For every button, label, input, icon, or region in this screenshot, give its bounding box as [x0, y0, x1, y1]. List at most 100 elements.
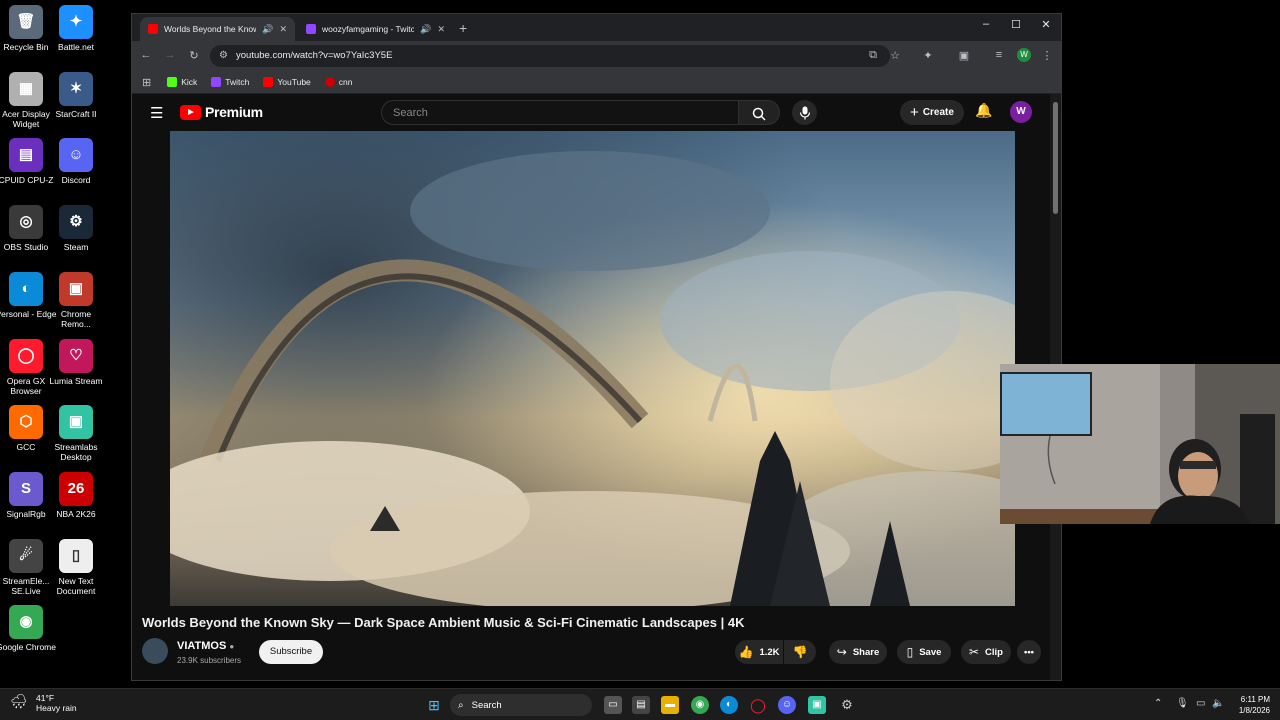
- youtube-icon: [263, 77, 274, 87]
- desktop-icon[interactable]: ✶ StarCraft II: [45, 71, 107, 119]
- create-button[interactable]: + Create: [900, 100, 964, 125]
- taskbar: 🌧 41°F Heavy rain ⊞ ⌕ Search ▭ ▤ ▬ ◉ ◐ ◯…: [0, 688, 1280, 720]
- search-button[interactable]: [738, 100, 780, 125]
- dislike-button[interactable]: 👎: [784, 640, 816, 664]
- voice-search-button[interactable]: [792, 100, 817, 125]
- desktop-icon[interactable]: ▯ New Text Document: [45, 538, 107, 596]
- desktop-icon[interactable]: ⚙ Steam: [45, 205, 107, 252]
- address-bar[interactable]: ⚙ youtube.com/watch?v=wo7YaIc3Y5E: [210, 45, 890, 67]
- bookmark-twitch[interactable]: Twitch: [211, 77, 249, 87]
- scrollbar-thumb[interactable]: [1053, 102, 1058, 214]
- settings-gear-icon[interactable]: ⚙: [838, 696, 856, 714]
- back-button[interactable]: ←: [138, 49, 154, 61]
- desktop-icon[interactable]: ▣ Chrome Remo...: [45, 271, 107, 329]
- signalrgb-icon: S: [9, 471, 43, 506]
- desktop-icon[interactable]: ◉ Google Chrome: [0, 605, 57, 652]
- tab-title: woozyfamgaming - Twitch: [322, 24, 415, 34]
- menu-hamburger-icon[interactable]: ☰: [150, 104, 163, 122]
- task-view-icon[interactable]: ▭: [604, 696, 622, 714]
- maximize-button[interactable]: ☐: [1006, 18, 1026, 31]
- youtube-logo[interactable]: Premium: [180, 104, 263, 120]
- recycle-bin-icon: 🗑: [9, 5, 43, 39]
- channel-avatar[interactable]: [142, 638, 168, 664]
- acer-icon: ▦: [9, 71, 43, 106]
- microphone-tray-icon[interactable]: 🎙: [1176, 698, 1189, 709]
- bookmark-cnn[interactable]: cnn: [324, 77, 353, 87]
- streamlabs-taskbar-icon[interactable]: ▣: [808, 696, 826, 714]
- weather-widget[interactable]: 🌧 41°F Heavy rain: [10, 693, 77, 713]
- widgets-icon[interactable]: ▤: [632, 696, 650, 714]
- youtube-page: ☰ Premium Search + Create 🔔 W Worlds Bey…: [132, 94, 1061, 680]
- starcraft-icon: ✶: [59, 71, 93, 106]
- opera-icon: ◯: [9, 338, 43, 373]
- close-window-button[interactable]: ✕: [1036, 18, 1056, 31]
- video-player[interactable]: [170, 131, 1015, 606]
- desktop-icon[interactable]: ☺ Discord: [45, 138, 107, 185]
- edge-taskbar-icon[interactable]: ◐: [720, 696, 738, 714]
- tray-overflow-icon[interactable]: ⌃: [1154, 698, 1162, 709]
- chrome-taskbar-icon[interactable]: ◉: [691, 696, 709, 714]
- account-avatar[interactable]: W: [1010, 101, 1032, 123]
- desktop-icon-label: Lumia Stream: [49, 375, 103, 386]
- speaker-icon[interactable]: 🔊: [420, 24, 431, 35]
- install-app-icon[interactable]: ⧉: [865, 49, 881, 62]
- plus-icon: +: [910, 104, 919, 121]
- bookmark-youtube[interactable]: YouTube: [263, 77, 311, 87]
- search-input[interactable]: Search: [381, 100, 739, 125]
- like-button[interactable]: 👍 1.2K: [735, 640, 783, 664]
- sidebar-icon[interactable]: ▣: [956, 49, 972, 62]
- channel-name[interactable]: VIATMOS ●: [177, 640, 234, 652]
- desktop-icon-label: Steam: [63, 242, 89, 253]
- battlenet-icon: ✦: [59, 5, 93, 39]
- twitch-favicon-icon: [306, 24, 316, 34]
- save-button[interactable]: ▯ Save: [897, 640, 951, 664]
- clock[interactable]: 6:11 PM 1/8/2026: [1226, 694, 1270, 716]
- subscribe-button[interactable]: Subscribe: [259, 640, 323, 664]
- speaker-icon[interactable]: 🔊: [262, 24, 273, 35]
- verified-icon: ●: [229, 642, 235, 651]
- desktop-icon[interactable]: ✦ Battle.net: [45, 5, 107, 52]
- desktop-icon-label: Chrome Remo...: [60, 308, 92, 329]
- close-tab-icon[interactable]: ✕: [437, 24, 445, 35]
- close-tab-icon[interactable]: ✕: [279, 24, 287, 35]
- file-explorer-icon[interactable]: ▬: [661, 696, 679, 714]
- extensions-icon[interactable]: ✦: [920, 49, 936, 62]
- apps-grid-icon[interactable]: ⊞: [142, 76, 151, 89]
- taskbar-search[interactable]: ⌕ Search: [450, 694, 592, 716]
- chrome-remote-icon: ▣: [59, 271, 93, 306]
- bookmark-kick[interactable]: Kick: [167, 77, 197, 87]
- temperature: 41°F: [36, 693, 55, 703]
- discord-taskbar-icon[interactable]: ☺: [778, 696, 796, 714]
- bookmark-star-icon[interactable]: ☆: [887, 49, 903, 62]
- menu-icon[interactable]: ⋮: [1039, 49, 1055, 62]
- share-button[interactable]: ↪ Share: [829, 640, 887, 664]
- share-icon: ↪: [836, 645, 847, 659]
- reload-button[interactable]: ↻: [186, 49, 202, 62]
- opera-taskbar-icon[interactable]: ◯: [749, 696, 767, 714]
- scissors-icon: ✂: [968, 645, 980, 659]
- search-placeholder: Search: [393, 107, 428, 119]
- desktop-icon[interactable]: 26 NBA 2K26: [45, 471, 107, 519]
- media-control-icon[interactable]: ≡: [991, 49, 1007, 61]
- kick-icon: [167, 77, 178, 87]
- search-icon: ⌕: [458, 699, 464, 711]
- browser-window: Worlds Beyond the Known 🔊 ✕ woozyfamgami…: [131, 13, 1062, 681]
- tab-youtube[interactable]: Worlds Beyond the Known 🔊 ✕: [140, 17, 295, 41]
- desktop-icon[interactable]: ♡ Lumia Stream: [45, 338, 107, 386]
- start-button[interactable]: ⊞: [425, 696, 443, 714]
- new-tab-button[interactable]: +: [459, 20, 467, 36]
- date: 1/8/2026: [1238, 706, 1270, 715]
- forward-button[interactable]: →: [162, 49, 178, 61]
- volume-icon[interactable]: 🔈: [1212, 698, 1224, 709]
- notifications-bell-icon[interactable]: 🔔: [975, 102, 992, 119]
- network-icon[interactable]: ▭: [1196, 698, 1205, 709]
- more-actions-button[interactable]: •••: [1017, 640, 1041, 664]
- minimize-button[interactable]: –: [976, 18, 996, 30]
- clip-button[interactable]: ✂ Clip: [961, 640, 1011, 664]
- desktop-icon[interactable]: ▣ Streamlabs Desktop: [45, 405, 107, 462]
- time: 6:11 PM: [1240, 695, 1270, 704]
- cnn-icon: [324, 77, 335, 87]
- profile-avatar[interactable]: W: [1017, 48, 1031, 62]
- site-info-icon[interactable]: ⚙: [219, 50, 228, 61]
- tab-twitch[interactable]: woozyfamgaming - Twitch 🔊 ✕: [298, 17, 453, 41]
